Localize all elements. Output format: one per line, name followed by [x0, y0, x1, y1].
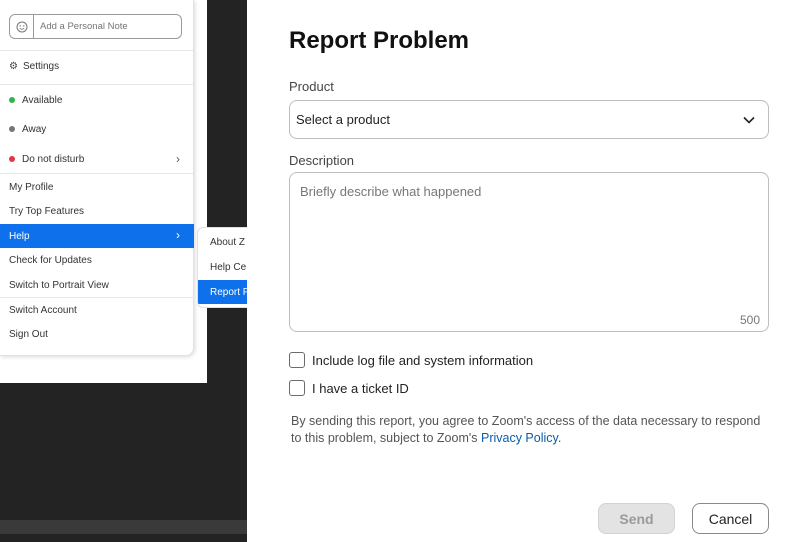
include-log-checkbox[interactable] — [289, 352, 305, 368]
ticket-id-label: I have a ticket ID — [312, 380, 409, 396]
description-textarea[interactable]: Briefly describe what happened 500 — [289, 172, 769, 332]
report-problem-dialog: Report Problem Product Select a product … — [247, 0, 804, 542]
product-select-value: Select a product — [296, 112, 390, 127]
menu-item-sign-out[interactable]: Sign Out — [0, 323, 194, 345]
profile-menu: ⚙ Settings Available Away Do not disturb… — [0, 0, 194, 356]
menu-divider — [0, 297, 194, 298]
menu-item-portrait-view[interactable]: Switch to Portrait View — [0, 274, 194, 296]
menu-item-do-not-disturb[interactable]: Do not disturb › — [0, 148, 194, 170]
send-button[interactable]: Send — [598, 503, 675, 534]
menu-item-check-for-updates[interactable]: Check for Updates — [0, 249, 194, 271]
consent-disclaimer: By sending this report, you agree to Zoo… — [291, 413, 761, 447]
menu-item-label: Try Top Features — [9, 205, 85, 217]
menu-item-my-profile[interactable]: My Profile — [0, 176, 194, 198]
description-placeholder: Briefly describe what happened — [300, 184, 482, 199]
gear-icon: ⚙ — [9, 60, 18, 72]
menu-item-label: Help — [9, 230, 30, 242]
cancel-button[interactable]: Cancel — [692, 503, 769, 534]
chevron-right-icon: › — [176, 228, 180, 242]
away-status-dot-icon — [9, 126, 15, 132]
menu-item-switch-account[interactable]: Switch Account — [0, 299, 194, 321]
ticket-id-checkbox[interactable] — [289, 380, 305, 396]
submenu-item-label: Report P — [210, 286, 247, 298]
dialog-title: Report Problem — [289, 27, 470, 54]
available-status-dot-icon — [9, 97, 15, 103]
help-submenu: About Z Help Ce Report P — [197, 227, 247, 308]
submenu-item-about[interactable]: About Z — [198, 231, 247, 253]
menu-item-label: Switch Account — [9, 304, 77, 316]
menu-item-available[interactable]: Available — [0, 89, 194, 111]
character-limit-counter: 500 — [739, 313, 760, 327]
menu-divider — [0, 84, 194, 85]
menu-divider — [0, 50, 194, 51]
personal-note-input[interactable] — [34, 21, 174, 32]
menu-item-label: Settings — [22, 60, 60, 72]
product-label: Product — [289, 79, 334, 94]
product-select[interactable]: Select a product — [289, 100, 769, 139]
emoji-icon[interactable] — [10, 15, 34, 38]
menu-item-try-top-features[interactable]: Try Top Features — [0, 200, 194, 222]
personal-note-field[interactable] — [9, 14, 182, 39]
menu-item-help[interactable]: Help › — [0, 224, 194, 248]
privacy-policy-link[interactable]: Privacy Policy — [481, 431, 558, 445]
disclaimer-period: . — [557, 431, 562, 445]
menu-item-label: Away — [22, 123, 47, 135]
menu-item-settings[interactable]: ⚙ Settings — [0, 55, 194, 77]
chevron-down-icon — [743, 116, 755, 124]
submenu-item-help-center[interactable]: Help Ce — [198, 256, 247, 278]
menu-item-label: Available — [22, 94, 63, 106]
description-label: Description — [289, 153, 355, 168]
menu-item-label: Sign Out — [9, 328, 48, 340]
client-bottom-bar — [0, 520, 247, 534]
include-log-row[interactable]: Include log file and system information — [289, 352, 533, 368]
menu-item-label: Switch to Portrait View — [9, 279, 109, 291]
menu-item-away[interactable]: Away — [0, 118, 194, 140]
menu-divider — [0, 173, 194, 174]
menu-item-label: Check for Updates — [9, 254, 92, 266]
dnd-status-dot-icon — [9, 156, 15, 162]
chevron-right-icon: › — [176, 152, 180, 166]
menu-item-label: Do not disturb — [22, 153, 85, 165]
submenu-item-label: About Z — [210, 236, 246, 248]
menu-item-label: My Profile — [9, 181, 54, 193]
submenu-item-report-problem[interactable]: Report P — [198, 280, 247, 304]
ticket-id-row[interactable]: I have a ticket ID — [289, 380, 409, 396]
submenu-item-label: Help Ce — [210, 261, 247, 273]
include-log-label: Include log file and system information — [312, 352, 534, 368]
